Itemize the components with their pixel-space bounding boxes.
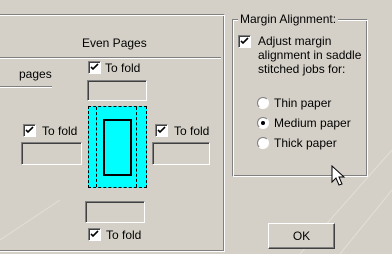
fold-line-right bbox=[136, 107, 137, 187]
medium-paper-radio[interactable] bbox=[257, 117, 269, 129]
left-margin-field[interactable] bbox=[21, 142, 82, 165]
check-icon bbox=[157, 126, 166, 134]
bottom-fold-checkbox[interactable] bbox=[88, 228, 101, 241]
check-icon bbox=[25, 126, 34, 134]
adjust-margin-label-line1: Adjust margin bbox=[258, 34, 332, 48]
left-fold-checkbox[interactable] bbox=[23, 124, 36, 137]
medium-paper-label: Medium paper bbox=[274, 116, 351, 130]
pages-divider bbox=[0, 86, 52, 88]
adjust-margin-label-line2: alignment in saddle bbox=[258, 48, 362, 62]
adjust-margin-label-line3: stitched jobs for: bbox=[258, 62, 346, 76]
even-pages-title: Even Pages bbox=[82, 36, 147, 50]
fold-line-left bbox=[96, 107, 97, 187]
right-fold-label: To fold bbox=[174, 124, 210, 138]
pages-label: pages bbox=[19, 67, 52, 81]
thin-paper-radio[interactable] bbox=[257, 97, 269, 109]
check-icon bbox=[90, 63, 99, 71]
page-preview bbox=[88, 106, 147, 188]
right-margin-field[interactable] bbox=[152, 142, 210, 165]
adjust-margin-checkbox[interactable] bbox=[238, 35, 251, 48]
page-content-area bbox=[103, 119, 132, 176]
right-fold-checkbox[interactable] bbox=[155, 124, 168, 137]
check-icon bbox=[90, 230, 99, 238]
margin-alignment-title: Margin Alignment: bbox=[238, 12, 339, 26]
check-icon bbox=[240, 37, 249, 45]
thick-paper-label: Thick paper bbox=[274, 136, 337, 150]
mouse-cursor-icon bbox=[331, 165, 345, 186]
top-fold-checkbox[interactable] bbox=[88, 61, 101, 74]
left-fold-label: To fold bbox=[42, 124, 78, 138]
thick-paper-radio[interactable] bbox=[257, 137, 269, 149]
thin-paper-label: Thin paper bbox=[274, 96, 332, 110]
top-fold-label: To fold bbox=[105, 61, 141, 75]
bottom-margin-field[interactable] bbox=[85, 201, 145, 223]
even-pages-divider bbox=[0, 57, 221, 59]
top-margin-field[interactable] bbox=[87, 80, 147, 101]
bottom-fold-label: To fold bbox=[106, 228, 142, 242]
ok-button[interactable]: OK bbox=[268, 223, 335, 249]
